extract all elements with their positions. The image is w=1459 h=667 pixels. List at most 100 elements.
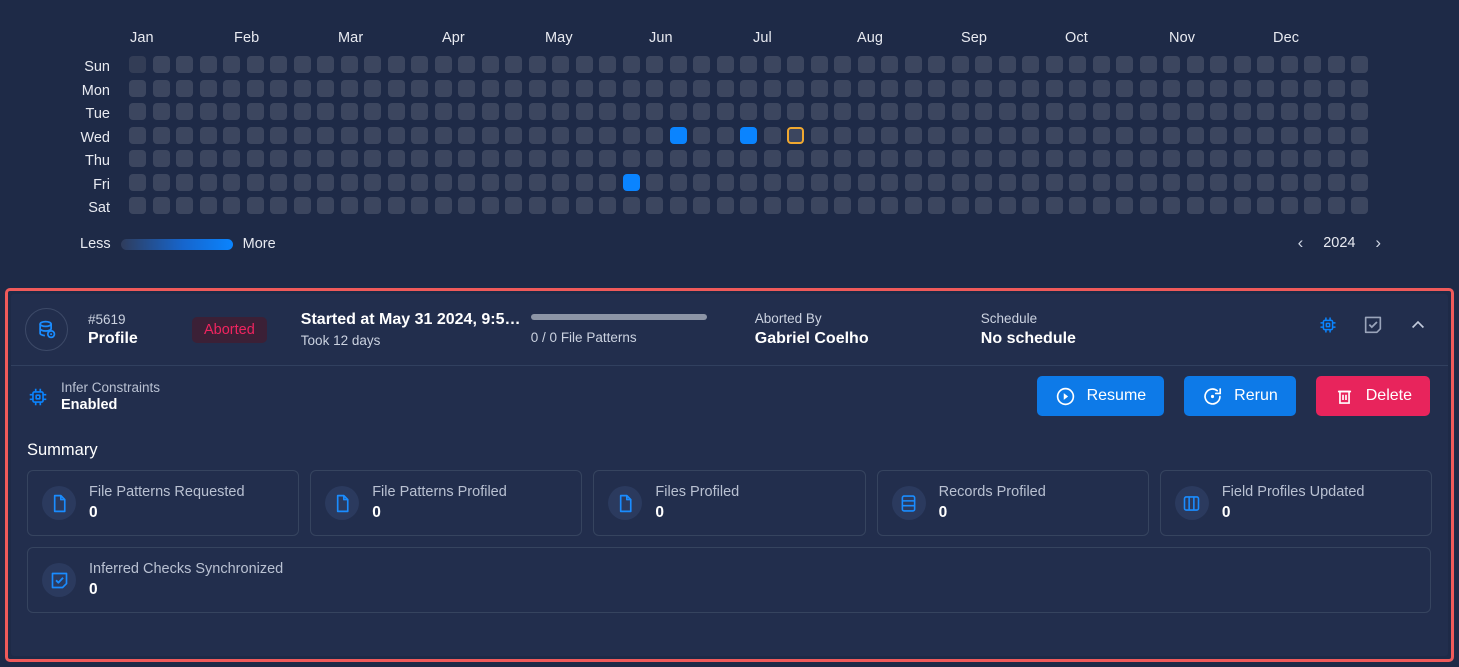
heatmap-cell[interactable] [1280, 173, 1298, 191]
heatmap-cell[interactable] [411, 79, 428, 97]
heatmap-cell[interactable] [998, 173, 1016, 191]
chip-icon[interactable] [1318, 315, 1338, 335]
heatmap-cell[interactable] [1327, 56, 1345, 73]
heatmap-cell[interactable] [622, 79, 640, 97]
heatmap-cell[interactable] [1186, 126, 1204, 144]
heatmap-cell[interactable] [1257, 103, 1274, 120]
heatmap-cell[interactable] [1045, 150, 1063, 167]
heatmap-cell[interactable] [810, 103, 828, 120]
heatmap-cell[interactable] [152, 56, 170, 73]
heatmap-cell[interactable] [1163, 150, 1180, 167]
heatmap-cell[interactable] [199, 150, 217, 167]
heatmap-cell[interactable] [1233, 126, 1251, 144]
heatmap-cell[interactable] [1022, 79, 1039, 97]
heatmap-cell[interactable] [270, 150, 287, 167]
heatmap-cell[interactable] [152, 79, 170, 97]
heatmap-cell[interactable] [740, 173, 757, 191]
heatmap-cell[interactable] [317, 173, 334, 191]
heatmap-cell[interactable] [505, 126, 522, 144]
heatmap-cell[interactable] [646, 173, 663, 191]
heatmap-cell[interactable] [1327, 126, 1345, 144]
heatmap-cell[interactable] [505, 173, 522, 191]
heatmap-cell[interactable] [246, 79, 264, 97]
heatmap-cell[interactable] [1022, 173, 1039, 191]
heatmap-cell[interactable] [317, 126, 334, 144]
heatmap-cell[interactable] [270, 126, 287, 144]
heatmap-cell[interactable] [223, 56, 240, 73]
heatmap-cell[interactable] [387, 56, 405, 73]
heatmap-cell[interactable] [1022, 150, 1039, 167]
heatmap-cell[interactable] [1304, 126, 1321, 144]
heatmap-cell[interactable] [458, 126, 475, 144]
heatmap-cell[interactable] [270, 197, 287, 214]
heatmap-cell[interactable] [1116, 197, 1133, 214]
heatmap-cell[interactable] [270, 103, 287, 120]
heatmap-cell[interactable] [857, 173, 875, 191]
heatmap-cell[interactable] [1022, 197, 1039, 214]
heatmap-cell[interactable] [458, 150, 475, 167]
heatmap-cell[interactable] [810, 126, 828, 144]
heatmap-cell[interactable] [834, 150, 851, 167]
heatmap-cell[interactable] [552, 173, 569, 191]
heatmap-cell[interactable] [1139, 79, 1157, 97]
heatmap-cell[interactable] [223, 197, 240, 214]
heatmap-cell[interactable] [646, 79, 663, 97]
heatmap-cell[interactable] [1210, 126, 1227, 144]
heatmap-cell[interactable] [387, 79, 405, 97]
heatmap-cell[interactable] [223, 173, 240, 191]
heatmap-cell[interactable] [599, 56, 616, 73]
heatmap-cell[interactable] [857, 150, 875, 167]
heatmap-cell[interactable] [129, 150, 146, 167]
heatmap-cell[interactable] [622, 150, 640, 167]
heatmap-cell[interactable] [528, 197, 546, 214]
heatmap-cell[interactable] [1022, 56, 1039, 73]
heatmap-cell[interactable] [951, 56, 969, 73]
heatmap-cell[interactable] [458, 56, 475, 73]
heatmap-cell[interactable] [552, 126, 569, 144]
heatmap-cell[interactable] [998, 79, 1016, 97]
heatmap-cell[interactable] [481, 150, 499, 167]
heatmap-cell[interactable] [1280, 56, 1298, 73]
heatmap-cell[interactable] [1139, 56, 1157, 73]
heatmap-cell[interactable] [434, 103, 452, 120]
heatmap-cell[interactable] [411, 56, 428, 73]
heatmap-cell[interactable] [1116, 173, 1133, 191]
heatmap-cell[interactable] [1351, 197, 1368, 214]
heatmap-cell[interactable] [740, 197, 757, 214]
heatmap-cell[interactable] [152, 103, 170, 120]
heatmap-cell[interactable] [1351, 150, 1368, 167]
heatmap-cell[interactable] [975, 150, 992, 167]
heatmap-cell[interactable] [716, 173, 734, 191]
heatmap-cell[interactable] [857, 126, 875, 144]
heatmap-cell[interactable] [1092, 103, 1110, 120]
heatmap-cell[interactable] [834, 197, 851, 214]
heatmap-cell[interactable] [481, 173, 499, 191]
heatmap-cell[interactable] [646, 150, 663, 167]
heatmap-cell[interactable] [575, 103, 593, 120]
heatmap-cell[interactable] [669, 173, 687, 191]
heatmap-cell[interactable] [1233, 79, 1251, 97]
heatmap-cell[interactable] [293, 79, 311, 97]
heatmap-cell[interactable] [270, 173, 287, 191]
heatmap-cell[interactable] [340, 173, 358, 191]
checked-document-icon[interactable] [1362, 314, 1384, 336]
heatmap-cell[interactable] [129, 126, 146, 144]
heatmap-cell[interactable] [1163, 126, 1180, 144]
heatmap-cell[interactable] [176, 56, 193, 73]
heatmap-cell[interactable] [199, 173, 217, 191]
heatmap-cell[interactable] [199, 79, 217, 97]
heatmap-cell[interactable] [528, 173, 546, 191]
heatmap-cell[interactable] [1186, 173, 1204, 191]
heatmap-cell[interactable] [1351, 103, 1368, 120]
heatmap-cell[interactable] [481, 197, 499, 214]
heatmap-cell[interactable] [1210, 79, 1227, 97]
heatmap-cell[interactable] [599, 79, 616, 97]
heatmap-cell[interactable] [434, 197, 452, 214]
heatmap-cell[interactable] [246, 173, 264, 191]
heatmap-cell[interactable] [1045, 56, 1063, 73]
heatmap-cell[interactable] [246, 103, 264, 120]
heatmap-cell[interactable] [458, 197, 475, 214]
heatmap-cell[interactable] [528, 56, 546, 73]
heatmap-cell[interactable] [716, 150, 734, 167]
heatmap-cell[interactable] [881, 79, 898, 97]
